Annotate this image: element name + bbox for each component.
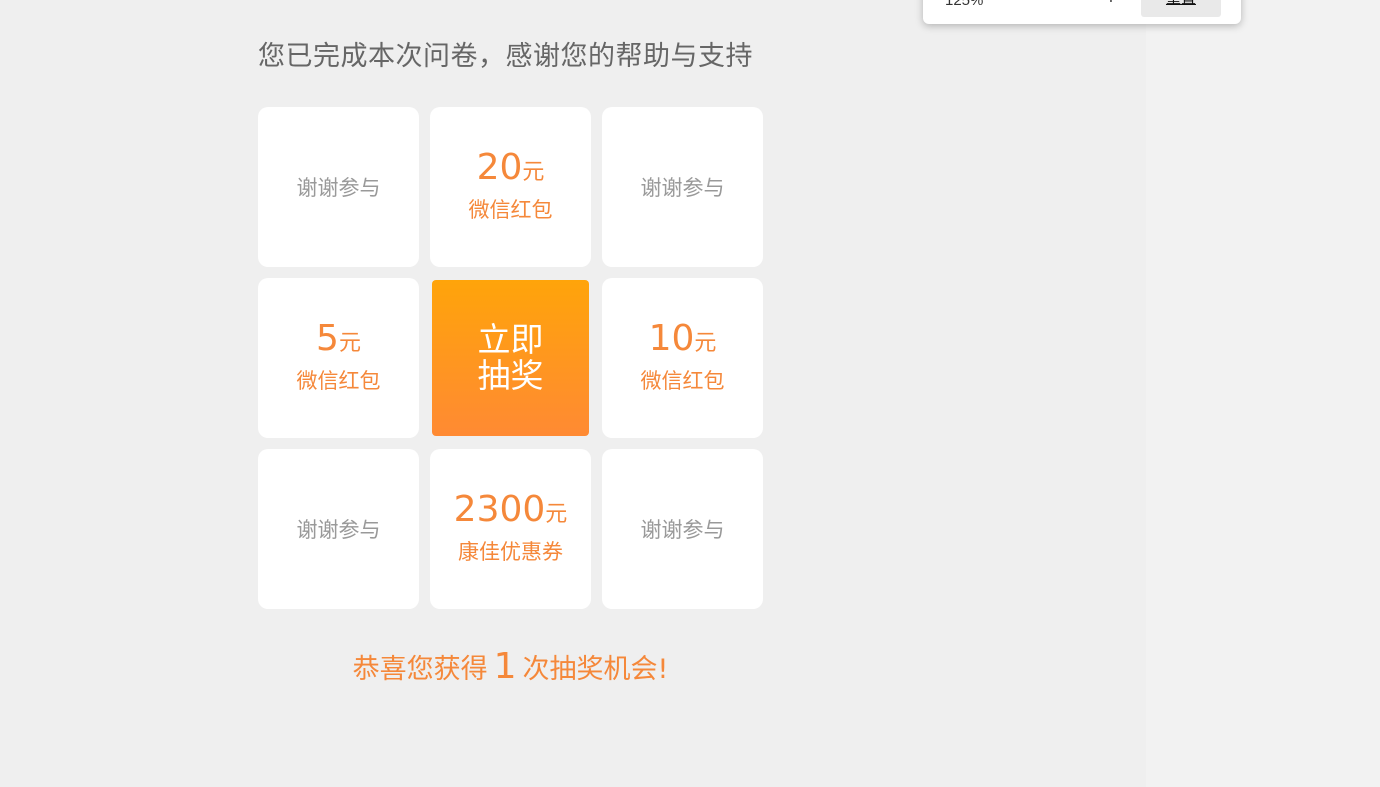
right-margin-area xyxy=(1146,0,1380,787)
draw-chances-count: 1 xyxy=(493,646,517,687)
prize-amount: 2300元 xyxy=(454,492,568,528)
prize-amount-number: 10 xyxy=(648,318,695,359)
draw-button-line2: 抽奖 xyxy=(477,356,544,395)
lottery-cell-prize: 5元 微信红包 xyxy=(258,278,419,438)
lottery-cell-prize: 20元 微信红包 xyxy=(430,107,591,267)
draw-button-label: 立即 抽奖 xyxy=(475,322,547,394)
prize-amount-unit: 元 xyxy=(338,331,361,356)
zoom-in-button[interactable]: + xyxy=(1101,0,1121,8)
prize-name: 微信红包 xyxy=(468,198,553,222)
draw-chances-prefix: 恭喜您获得 xyxy=(352,654,488,685)
lottery-cell-thanks: 谢谢参与 xyxy=(602,107,763,267)
browser-zoom-popup: 125% + 重置 xyxy=(923,0,1241,24)
prize-amount-number: 20 xyxy=(476,147,523,188)
prize-amount-number: 2300 xyxy=(453,489,546,530)
prize-name: 康佳优惠券 xyxy=(458,540,563,564)
thanks-label: 谢谢参与 xyxy=(296,518,381,542)
draw-chances-suffix: 次抽奖机会! xyxy=(522,654,669,685)
thanks-label: 谢谢参与 xyxy=(640,176,725,200)
lottery-cell-prize: 2300元 康佳优惠券 xyxy=(430,449,591,609)
prize-amount-unit: 元 xyxy=(694,331,717,356)
prize-name: 微信红包 xyxy=(640,369,725,393)
thanks-label: 谢谢参与 xyxy=(296,176,381,200)
prize-amount: 10元 xyxy=(649,321,717,357)
draw-button-line1: 立即 xyxy=(477,320,544,359)
prize-amount: 20元 xyxy=(477,150,545,186)
thanks-label: 谢谢参与 xyxy=(640,518,725,542)
lottery-cell-prize: 10元 微信红包 xyxy=(602,278,763,438)
zoom-reset-button[interactable]: 重置 xyxy=(1141,0,1221,17)
page-title: 您已完成本次问卷，感谢您的帮助与支持 xyxy=(258,41,753,72)
draw-now-button[interactable]: 立即 抽奖 xyxy=(432,280,589,436)
draw-chances-message: 恭喜您获得 1 次抽奖机会! xyxy=(258,646,763,687)
prize-amount-unit: 元 xyxy=(545,502,568,527)
lottery-cell-thanks: 谢谢参与 xyxy=(602,449,763,609)
lottery-cell-thanks: 谢谢参与 xyxy=(258,107,419,267)
prize-amount: 5元 xyxy=(316,321,361,357)
prize-name: 微信红包 xyxy=(296,369,381,393)
prize-amount-number: 5 xyxy=(316,318,339,359)
prize-amount-unit: 元 xyxy=(522,160,545,185)
zoom-level: 125% xyxy=(945,0,984,9)
lottery-cell-thanks: 谢谢参与 xyxy=(258,449,419,609)
lottery-grid: 谢谢参与 20元 微信红包 谢谢参与 5元 微信红包 立即 抽奖 10元 微信红… xyxy=(258,107,763,609)
